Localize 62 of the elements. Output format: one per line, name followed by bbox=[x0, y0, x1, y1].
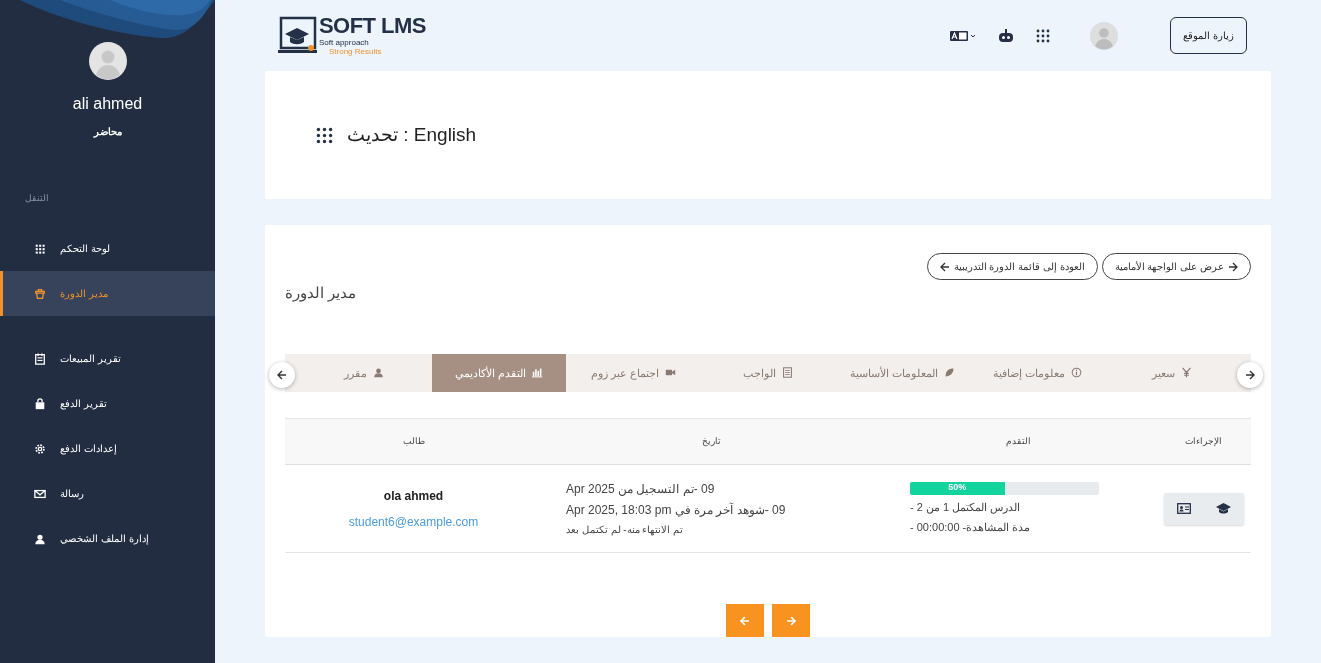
basket-icon bbox=[34, 287, 46, 300]
grid-icon bbox=[34, 242, 46, 255]
progress-text: مدة المشاهدة- 00:00:00 - bbox=[910, 520, 1031, 535]
yen-icon bbox=[1180, 367, 1192, 379]
page-title: تحديث : English bbox=[347, 122, 477, 147]
user-role: محاضر bbox=[92, 125, 123, 139]
sidebar-item[interactable]: رسالة bbox=[0, 471, 215, 516]
arrow-left-icon bbox=[740, 615, 750, 626]
arrow-left-icon bbox=[277, 369, 287, 380]
user-icon bbox=[373, 367, 385, 379]
student-name: ola ahmed bbox=[383, 487, 444, 505]
info-icon bbox=[1070, 367, 1082, 379]
tab[interactable]: الواجب bbox=[700, 353, 836, 392]
tab[interactable]: معلومات إضافية bbox=[969, 353, 1105, 392]
document-icon bbox=[782, 367, 793, 379]
clipboard-icon bbox=[34, 352, 46, 365]
arrow-right-icon bbox=[1228, 261, 1238, 272]
translate-icon bbox=[950, 29, 977, 42]
apps-grid-icon bbox=[1036, 28, 1051, 43]
logo-title: SOFT LMS bbox=[319, 15, 426, 37]
sidebar-item[interactable]: إدارة الملف الشخصي bbox=[0, 516, 215, 561]
avatar-icon bbox=[1090, 21, 1119, 50]
sidebar-item[interactable]: تقرير الدفع bbox=[0, 381, 215, 426]
user-name: ali ahmed bbox=[71, 94, 144, 114]
user-icon bbox=[34, 532, 46, 545]
date-text: 09 -شوهد آخر مرة في Apr 2025, 18:03 pm bbox=[566, 501, 786, 519]
column-header: طالب bbox=[402, 434, 425, 448]
section-label: التنقل bbox=[25, 193, 49, 203]
section-title: مدير الدورة bbox=[285, 283, 357, 304]
visit-site-button[interactable]: زيارة الموقع bbox=[1170, 17, 1247, 54]
arrow-right-icon bbox=[1245, 369, 1255, 380]
id-card-icon bbox=[1176, 503, 1191, 514]
scroll-right-button[interactable] bbox=[1237, 361, 1263, 388]
bar-chart-icon bbox=[531, 367, 543, 379]
tab[interactable]: مقرر bbox=[296, 353, 432, 392]
mail-icon bbox=[34, 487, 46, 500]
progress-text: الدرس المكتمل 1 من 2 - bbox=[910, 499, 1021, 515]
column-header: التقدم bbox=[1005, 434, 1031, 448]
avatar-icon bbox=[88, 42, 127, 80]
sidebar-item[interactable]: لوحة التحكم bbox=[0, 226, 215, 271]
leaf-icon bbox=[944, 367, 956, 379]
arrow-right-icon bbox=[786, 615, 796, 626]
column-header: تاريخ bbox=[701, 434, 721, 449]
apps-grid-icon bbox=[316, 126, 333, 144]
scroll-left-button[interactable] bbox=[269, 361, 295, 388]
tab[interactable]: اجتماع عبر زوم bbox=[566, 353, 701, 392]
date-text: 09 -تم التسجيل من Apr 2025 bbox=[566, 481, 715, 498]
logo-tagline: Strong Results bbox=[329, 48, 383, 56]
tab[interactable]: سعير bbox=[1104, 353, 1239, 392]
date-text: تم الانتهاء منه- لم تكتمل بعد bbox=[566, 523, 684, 537]
logo-tagline: Soft approach bbox=[319, 39, 370, 47]
graduation-cap-icon bbox=[1216, 503, 1231, 514]
sidebar-item[interactable]: مدير الدورة bbox=[0, 271, 215, 316]
settings-icon bbox=[34, 442, 46, 455]
arrow-left-icon bbox=[939, 261, 950, 272]
progress-label: 50% bbox=[948, 481, 967, 495]
column-header: الإجراءات bbox=[1185, 434, 1222, 448]
robot-icon bbox=[998, 28, 1015, 43]
sidebar-item[interactable]: إعدادات الدفع bbox=[0, 426, 215, 471]
tab[interactable]: المعلومات الأساسية bbox=[835, 353, 970, 392]
sidebar-item[interactable]: تقرير المبيعات bbox=[0, 336, 215, 381]
shopping-bag-icon bbox=[34, 397, 46, 410]
